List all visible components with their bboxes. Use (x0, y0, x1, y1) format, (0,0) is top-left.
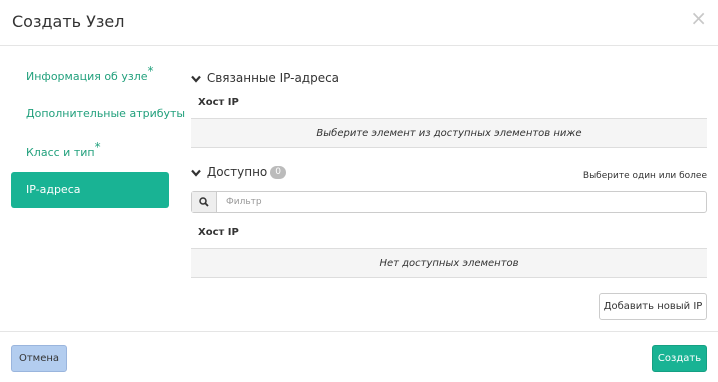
filter-box (191, 191, 707, 213)
nav-item-extra-attributes[interactable]: Дополнительные атрибуты (11, 96, 185, 132)
search-icon (192, 192, 217, 212)
available-empty-row: Нет доступных элементов (191, 248, 707, 278)
cancel-button[interactable]: Отмена (11, 345, 67, 372)
add-new-ip-button[interactable]: Добавить новый IP (599, 293, 707, 320)
available-count-badge: 0 (270, 166, 287, 179)
modal-header: Создать Узел × (0, 0, 718, 46)
chevron-down-icon (191, 165, 203, 179)
wizard-nav: Информация об узле* Дополнительные атриб… (11, 58, 185, 210)
available-section-title: Доступно (206, 165, 268, 179)
required-marker: * (147, 64, 154, 78)
nav-item-label: IP-адреса (26, 183, 81, 196)
allocated-column-host-ip[interactable]: Хост IP (191, 97, 707, 108)
nav-item-ip-addresses[interactable]: IP-адреса (11, 172, 169, 208)
modal-title: Создать Узел (12, 12, 125, 31)
nav-item-label: Дополнительные атрибуты (26, 107, 186, 120)
nav-item-node-info[interactable]: Информация об узле* (11, 58, 169, 94)
create-button[interactable]: Создать (652, 345, 707, 372)
selection-hint: Выберите один или более (582, 171, 707, 181)
close-icon[interactable]: × (690, 8, 707, 28)
nav-item-label: Информация об узле (26, 70, 148, 83)
required-marker: * (94, 140, 101, 154)
nav-item-class-type[interactable]: Класс и тип* (11, 134, 169, 170)
modal-footer: Отмена Создать (0, 331, 718, 382)
filter-input[interactable] (218, 192, 706, 212)
create-node-modal: Создать Узел × Информация об узле* Допол… (0, 0, 718, 382)
allocated-section-title: Связанные IP-адреса (206, 71, 340, 85)
chevron-down-icon (191, 71, 203, 85)
allocated-section-toggle[interactable]: Связанные IP-адреса (191, 71, 339, 85)
allocated-empty-row: Выберите элемент из доступных элементов … (191, 118, 707, 148)
nav-item-label: Класс и тип (26, 146, 95, 159)
available-section-toggle[interactable]: Доступно 0 (191, 165, 287, 179)
available-column-host-ip[interactable]: Хост IP (191, 227, 707, 238)
